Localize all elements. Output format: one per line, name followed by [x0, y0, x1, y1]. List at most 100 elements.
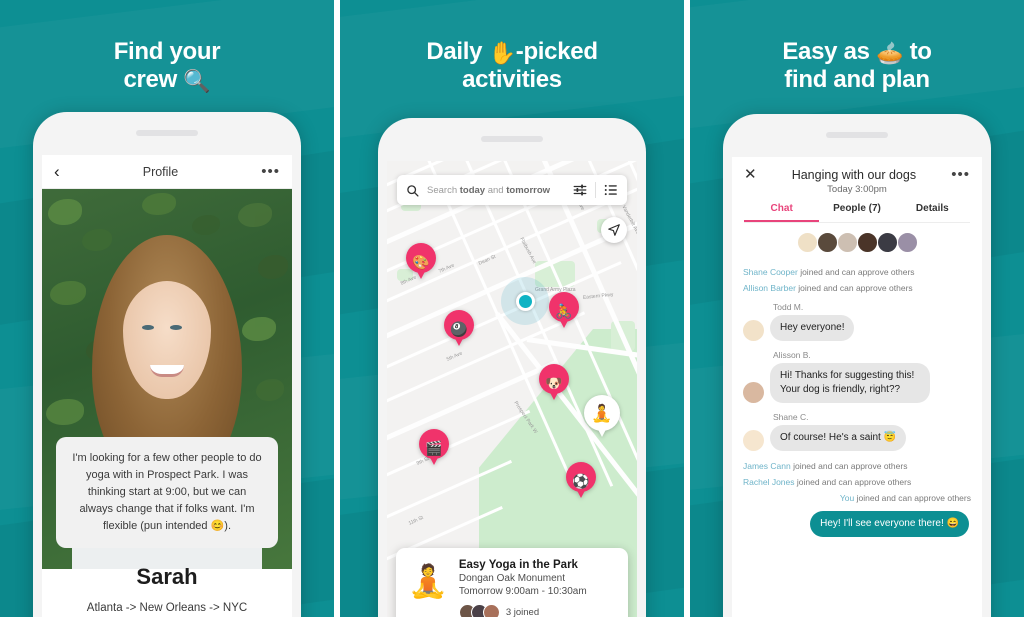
system-message: Shane Cooper joined and can approve othe…	[743, 267, 971, 277]
avatar	[482, 604, 500, 617]
locate-me-button[interactable]	[601, 217, 627, 243]
raised-hand-emoji: ✋	[488, 40, 517, 66]
headline-line-1: Find your	[113, 38, 221, 65]
phone-mockup-profile: ‹ Profile ••• I'm looking for a few othe…	[33, 112, 301, 617]
dog-emoji: 🐶	[545, 374, 563, 391]
headline-line-2: activities	[462, 66, 562, 94]
avatar[interactable]	[743, 320, 764, 341]
message-sender: Todd M.	[773, 302, 804, 312]
headline-line-2: crew 🔍	[0, 66, 334, 94]
chat-tabs: Chat People (7) Details	[744, 203, 970, 223]
tab-people[interactable]: People (7)	[819, 203, 894, 222]
eye-left	[142, 325, 154, 330]
soccer-emoji: ⚽	[572, 472, 590, 489]
chat-header-row: ✕ Hanging with our dogs •••	[744, 167, 970, 182]
map-pin-dog[interactable]: 🐶	[539, 364, 569, 402]
event-joined-row: 3 joined	[458, 604, 616, 617]
system-message-name[interactable]: James Cann	[743, 461, 791, 471]
panel1-headline: Find your crew 🔍	[0, 38, 334, 95]
avatar[interactable]	[743, 430, 764, 451]
avatar[interactable]	[836, 232, 858, 253]
phone-mockup-map: 8th Ave 7th Ave Dean St 5th Ave 9th St 1…	[378, 118, 646, 617]
map-pin-cycling[interactable]: 🚴	[549, 292, 579, 330]
search-placeholder-prefix: Search	[427, 184, 460, 196]
system-message-self: You joined and can approve others	[743, 493, 971, 503]
message-row: Hi! Thanks for suggesting this! Your dog…	[743, 363, 971, 403]
profile-location: Atlanta -> New Orleans -> NYC	[86, 602, 248, 614]
tab-chat[interactable]: Chat	[744, 203, 820, 222]
message-bubble: Of course! He's a saint 😇	[770, 425, 907, 451]
phone-screen-profile: ‹ Profile ••• I'm looking for a few othe…	[42, 155, 292, 617]
headline-line-1-b: -picked	[515, 38, 598, 65]
art-emoji: 🎨	[412, 253, 430, 270]
map-pin-yoga-selected[interactable]: 🧘	[584, 395, 620, 439]
event-title: Easy Yoga in the Park	[458, 559, 578, 571]
search-icon	[407, 184, 419, 197]
avatar[interactable]	[896, 232, 918, 253]
profile-nav-bar: ‹ Profile •••	[42, 155, 292, 189]
message-bubble: Hey everyone!	[770, 315, 855, 341]
headline-line-1: Daily ✋-picked	[340, 38, 684, 66]
search-placeholder-tomorrow: tomorrow	[506, 184, 551, 196]
phone-mockup-chat: ✕ Hanging with our dogs ••• Today 3:00pm…	[723, 114, 991, 617]
avatar[interactable]	[856, 232, 878, 253]
chat-title: Hanging with our dogs	[791, 167, 917, 182]
system-message: Allison Barber joined and can approve ot…	[743, 283, 971, 293]
phone-speaker	[481, 136, 543, 142]
headline-line-2-text: crew	[123, 66, 184, 94]
headline-line-1-b: to	[903, 38, 932, 65]
message-sender: Alisson B.	[773, 350, 811, 360]
overflow-dots-icon[interactable]: •••	[951, 167, 970, 182]
system-message: James Cann joined and can approve others	[743, 461, 971, 471]
navigate-arrow-icon	[608, 224, 620, 236]
search-bar[interactable]: Search today and tomorrow	[397, 175, 627, 205]
message-group: Shane C. Of course! He's a saint 😇	[743, 412, 971, 451]
screenshot-panel-daily-picked-activities: Daily ✋-picked activities 8th Ave 7th Av…	[340, 0, 684, 617]
message-bubble: Hi! Thanks for suggesting this! Your dog…	[770, 363, 930, 403]
system-message-name[interactable]: Rachel Jones	[743, 477, 795, 487]
movie-emoji: 🎬	[425, 439, 443, 456]
headline-line-1-a: Easy as	[782, 38, 877, 65]
headline-line-1: Easy as 🥧 to	[690, 38, 1024, 66]
participant-avatars[interactable]	[732, 223, 982, 259]
system-message-name: You	[839, 493, 855, 503]
close-x-icon[interactable]: ✕	[744, 167, 757, 182]
system-message-name[interactable]: Shane Cooper	[743, 267, 798, 277]
map-pin-billiards[interactable]: 🎱	[444, 310, 474, 348]
sent-message-bubble: Hey! I'll see everyone there! 😄	[810, 511, 969, 537]
screenshot-panel-find-your-crew: Find your crew 🔍 ‹ Profile ••• I'm looki…	[0, 0, 334, 617]
phone-screen-map: 8th Ave 7th Ave Dean St 5th Ave 9th St 1…	[387, 161, 637, 617]
chat-subtitle: Today 3:00pm	[827, 184, 887, 195]
sent-message-row: Hey! I'll see everyone there! 😄	[743, 511, 971, 537]
search-placeholder-mid: and	[485, 184, 507, 196]
avatar[interactable]	[743, 382, 764, 403]
search-input[interactable]: Search today and tomorrow	[427, 185, 565, 196]
app-store-screenshot-set: Find your crew 🔍 ‹ Profile ••• I'm looki…	[0, 0, 1024, 617]
system-message-text: joined and can approve others	[795, 283, 913, 293]
phone-screen-chat: ✕ Hanging with our dogs ••• Today 3:00pm…	[732, 157, 982, 617]
message-group: Alisson B. Hi! Thanks for suggesting thi…	[743, 350, 971, 403]
map-pin-soccer[interactable]: ⚽	[566, 462, 596, 500]
avatar[interactable]	[796, 232, 818, 253]
message-group: Todd M. Hey everyone!	[743, 302, 971, 341]
profile-name: Sarah	[136, 564, 198, 589]
avatar[interactable]	[816, 232, 838, 253]
map-pin-movie[interactable]: 🎬	[419, 429, 449, 467]
phone-speaker	[136, 130, 198, 136]
message-row: Of course! He's a saint 😇	[743, 425, 971, 451]
overflow-dots-icon[interactable]: •••	[261, 164, 280, 179]
event-card[interactable]: 🧘 Easy Yoga in the Park Dongan Oak Monum…	[396, 548, 628, 617]
system-message-text: joined and can approve others	[797, 267, 915, 277]
chevron-left-icon[interactable]: ‹	[54, 163, 60, 180]
message-sender: Shane C.	[773, 412, 809, 422]
filter-sliders-icon[interactable]	[573, 183, 587, 197]
list-view-icon[interactable]	[604, 183, 618, 197]
panel2-headline: Daily ✋-picked activities	[340, 38, 684, 95]
system-message-name[interactable]: Allison Barber	[743, 283, 796, 293]
map-pin-art[interactable]: 🎨	[406, 243, 436, 281]
system-message: Rachel Jones joined and can approve othe…	[743, 477, 971, 487]
billiards-emoji: 🎱	[450, 320, 468, 337]
avatar[interactable]	[876, 232, 898, 253]
tab-details[interactable]: Details	[895, 203, 970, 222]
message-row: Hey everyone!	[743, 315, 971, 341]
